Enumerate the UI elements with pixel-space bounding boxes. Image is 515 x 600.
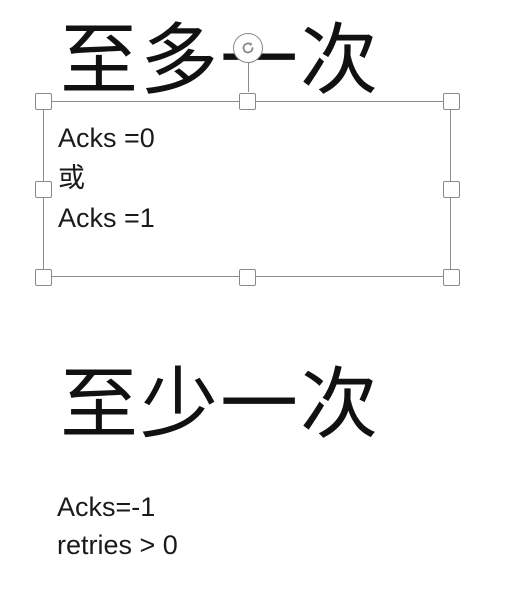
heading-at-most-once[interactable]: 至多一次 — [60, 22, 380, 100]
resize-handle-top-right[interactable] — [443, 93, 460, 110]
body-line-1: Acks=-1 — [57, 492, 156, 522]
body-line-2: retries > 0 — [57, 530, 178, 560]
resize-handle-right[interactable] — [443, 181, 460, 198]
rotation-handle[interactable] — [233, 33, 263, 63]
body-text-box[interactable]: Acks=-1 retries > 0 — [57, 488, 178, 564]
resize-handle-top-left[interactable] — [35, 93, 52, 110]
text-line-2: 或 — [58, 163, 85, 193]
resize-handle-bottom-right[interactable] — [443, 269, 460, 286]
rotation-handle-stem — [248, 62, 249, 92]
resize-handle-bottom-left[interactable] — [35, 269, 52, 286]
rotate-icon — [242, 42, 254, 54]
text-line-3: Acks =1 — [58, 203, 155, 233]
text-box-content[interactable]: Acks =0 或 Acks =1 — [58, 118, 155, 238]
selected-text-box[interactable]: Acks =0 或 Acks =1 — [43, 101, 451, 277]
resize-handle-left[interactable] — [35, 181, 52, 198]
resize-handle-top[interactable] — [239, 93, 256, 110]
text-line-1: Acks =0 — [58, 123, 155, 153]
heading-at-least-once[interactable]: 至少一次 — [60, 366, 380, 444]
resize-handle-bottom[interactable] — [239, 269, 256, 286]
